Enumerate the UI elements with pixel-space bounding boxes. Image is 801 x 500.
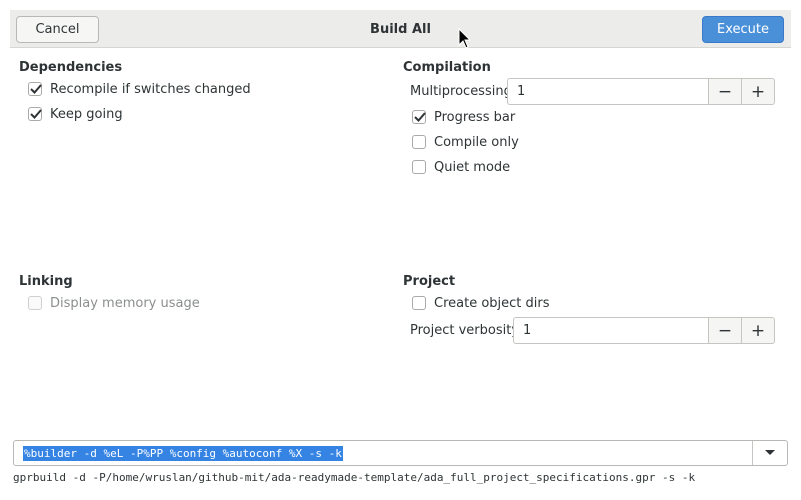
checkbox-icon (412, 296, 426, 310)
dependencies-heading: Dependencies (19, 60, 123, 75)
chevron-down-icon (765, 450, 775, 455)
dialog-title: Build All (370, 22, 431, 37)
checkbox-icon (412, 110, 426, 124)
create-object-dirs-label: Create object dirs (434, 295, 550, 311)
project-verbosity-label: Project verbosity (410, 323, 520, 338)
quiet-mode-checkbox[interactable]: Quiet mode (412, 157, 510, 177)
resolved-command: gprbuild -d -P/home/wruslan/github-mit/a… (13, 471, 696, 484)
execute-button[interactable]: Execute (702, 16, 784, 43)
compilation-heading: Compilation (403, 60, 491, 75)
keep-going-label: Keep going (50, 106, 123, 122)
decrement-button[interactable]: − (708, 317, 742, 344)
create-object-dirs-checkbox[interactable]: Create object dirs (412, 293, 550, 313)
display-memory-label: Display memory usage (50, 295, 200, 311)
project-verbosity-spinner: 1 − + (513, 317, 775, 344)
compile-only-label: Compile only (434, 134, 519, 150)
progress-bar-checkbox[interactable]: Progress bar (412, 107, 515, 127)
checkbox-icon (28, 107, 42, 121)
command-template-text: %builder -d %eL -P%PP %config %autoconf … (23, 445, 343, 461)
compile-only-checkbox[interactable]: Compile only (412, 132, 519, 152)
mouse-pointer-icon (458, 28, 472, 49)
header-bar: Cancel Build All Execute (10, 10, 791, 48)
quiet-mode-label: Quiet mode (434, 159, 511, 175)
checkbox-icon (412, 160, 426, 174)
checkbox-icon (28, 296, 42, 310)
increment-button[interactable]: + (742, 317, 775, 344)
recompile-label: Recompile if switches changed (50, 81, 251, 97)
keep-going-checkbox[interactable]: Keep going (28, 104, 123, 124)
display-memory-checkbox[interactable]: Display memory usage (28, 293, 200, 313)
decrement-button[interactable]: − (708, 78, 742, 105)
command-template-combo: %builder -d %eL -P%PP %config %autoconf … (13, 440, 788, 466)
project-verbosity-input[interactable]: 1 (513, 317, 708, 344)
project-heading: Project (403, 274, 456, 289)
dropdown-button[interactable] (752, 441, 787, 465)
progress-bar-label: Progress bar (434, 109, 516, 125)
multiprocessing-input[interactable]: 1 (507, 78, 708, 105)
command-template-entry[interactable]: %builder -d %eL -P%PP %config %autoconf … (14, 441, 752, 465)
checkbox-icon (412, 135, 426, 149)
increment-button[interactable]: + (742, 78, 775, 105)
linking-heading: Linking (19, 274, 73, 289)
multiprocessing-label: Multiprocessing (410, 84, 512, 99)
multiprocessing-spinner: 1 − + (507, 78, 775, 105)
checkbox-icon (28, 82, 42, 96)
recompile-checkbox[interactable]: Recompile if switches changed (28, 79, 251, 99)
